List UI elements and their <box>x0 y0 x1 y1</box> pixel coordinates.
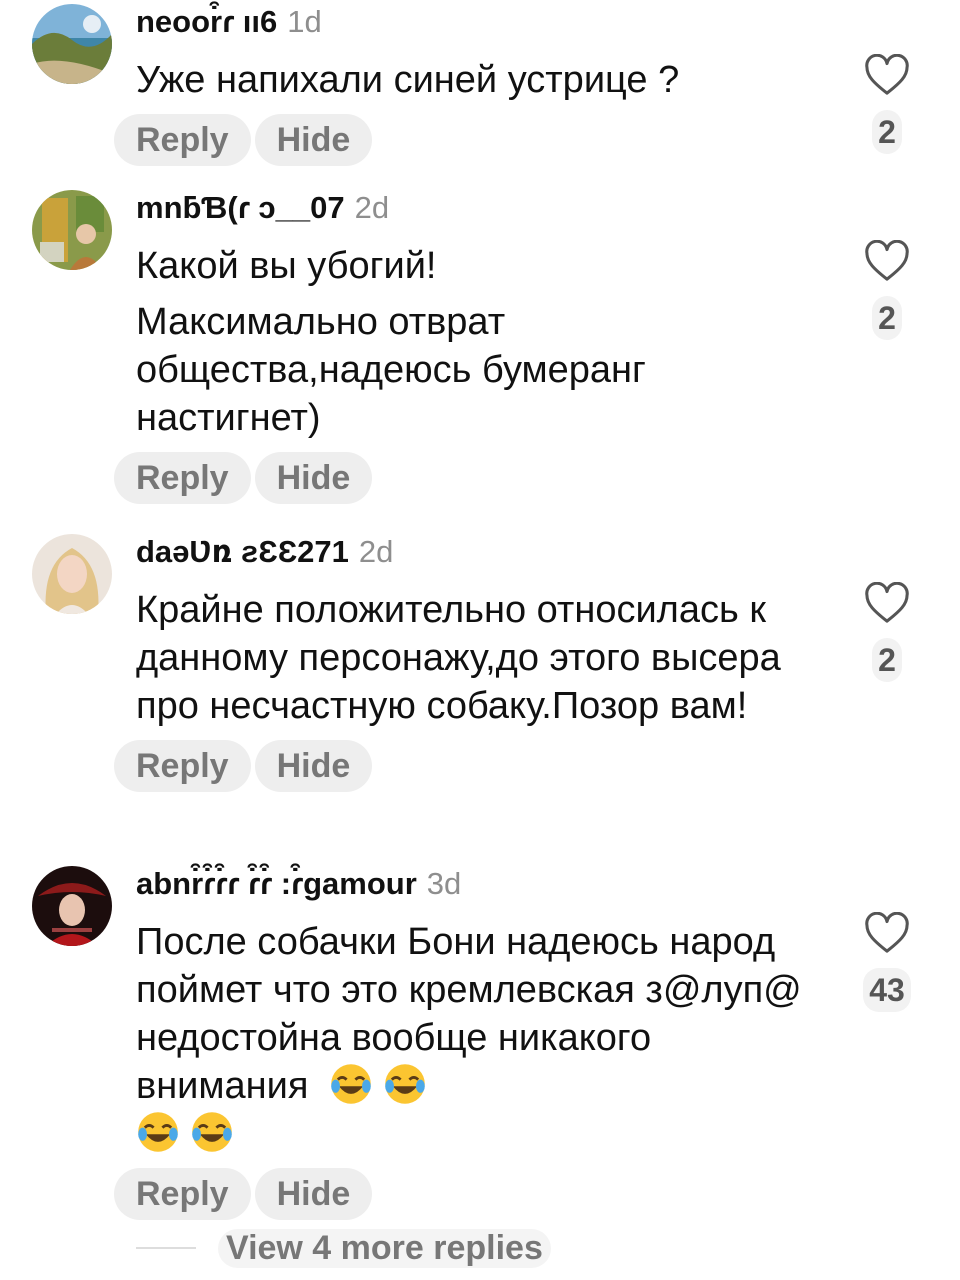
comment-paragraph-text: После собачки Бони надеюсь народ поймет … <box>136 921 802 1107</box>
heart-outline-icon[interactable] <box>864 54 910 96</box>
hide-button[interactable]: Hide <box>254 740 373 792</box>
avatar[interactable] <box>32 4 112 84</box>
view-more-replies-label[interactable]: View 4 more replies <box>218 1228 551 1268</box>
face-with-tears-of-joy-icon <box>385 1064 425 1104</box>
like-count: 43 <box>863 968 911 1012</box>
comment-actions: Reply Hide <box>114 1168 836 1220</box>
hide-button[interactable]: Hide <box>254 114 373 166</box>
face-with-tears-of-joy-icon <box>192 1112 232 1152</box>
like-count: 2 <box>872 110 902 154</box>
heart-outline-icon[interactable] <box>864 912 910 954</box>
comment-paragraph: Какой вы убогий! <box>136 245 437 287</box>
comment-meta: abnr͒ɾ͒ɾ͒ɾ ɾ͒ɾ͒ :ɾ͒ɡamour 3d <box>136 864 836 904</box>
comment-meta: neoor͒ɾ ıı6 1d <box>136 2 836 42</box>
reply-button[interactable]: Reply <box>114 452 251 504</box>
hide-button[interactable]: Hide <box>254 452 373 504</box>
emoji-row <box>136 1110 816 1158</box>
comment-actions: Reply Hide <box>114 114 836 166</box>
hide-button[interactable]: Hide <box>254 1168 373 1220</box>
comment-paragraph: Максимально отврат общества,надеюсь буме… <box>136 301 646 439</box>
like-control[interactable]: 2 <box>860 54 914 154</box>
comment-text: Какой вы убогий! Максимально отврат обще… <box>136 242 756 442</box>
heart-outline-icon[interactable] <box>864 582 910 624</box>
comment-time: 3d <box>426 866 462 901</box>
comment-actions: Reply Hide <box>114 452 836 504</box>
heart-outline-icon[interactable] <box>864 240 910 282</box>
comment-actions: Reply Hide <box>114 740 836 792</box>
reply-button[interactable]: Reply <box>114 1168 251 1220</box>
reply-button[interactable]: Reply <box>114 740 251 792</box>
comment-meta: daəƲռ ƨƐƐ271 2d <box>136 532 836 572</box>
avatar[interactable] <box>32 534 112 614</box>
like-count: 2 <box>872 296 902 340</box>
like-control[interactable]: 43 <box>860 912 914 1012</box>
avatar[interactable] <box>32 866 112 946</box>
like-control[interactable]: 2 <box>860 582 914 682</box>
comment-time: 2d <box>354 190 390 225</box>
avatar[interactable] <box>32 190 112 270</box>
comment-paragraph: Крайне положительно относилась к данному… <box>136 589 781 727</box>
comment-text: Уже напихали синей устрице ? <box>136 56 836 104</box>
username-link[interactable]: mnƃƁ(ɾ ɔ__07 <box>136 190 345 225</box>
divider <box>136 1247 196 1249</box>
comment-time: 1d <box>287 4 322 39</box>
view-more-replies[interactable]: View 4 more replies <box>136 1226 551 1270</box>
username-link[interactable]: neoor͒ɾ ıı6 <box>136 4 277 39</box>
username-link[interactable]: daəƲռ ƨƐƐ271 <box>136 534 349 569</box>
username-link[interactable]: abnr͒ɾ͒ɾ͒ɾ ɾ͒ɾ͒ :ɾ͒ɡamour <box>136 866 417 901</box>
comment-paragraph: Уже напихали синей устрице ? <box>136 59 680 101</box>
like-count: 2 <box>872 638 902 682</box>
comment-text: После собачки Бони надеюсь народ поймет … <box>136 918 816 1158</box>
like-control[interactable]: 2 <box>860 240 914 340</box>
face-with-tears-of-joy-icon <box>331 1064 371 1104</box>
comment-paragraph: После собачки Бони надеюсь народ поймет … <box>136 918 816 1110</box>
reply-button[interactable]: Reply <box>114 114 251 166</box>
comment-time: 2d <box>358 534 394 569</box>
comment-text: Крайне положительно относилась к данному… <box>136 586 816 730</box>
face-with-tears-of-joy-icon <box>138 1112 178 1152</box>
comment-meta: mnƃƁ(ɾ ɔ__07 2d <box>136 188 836 228</box>
